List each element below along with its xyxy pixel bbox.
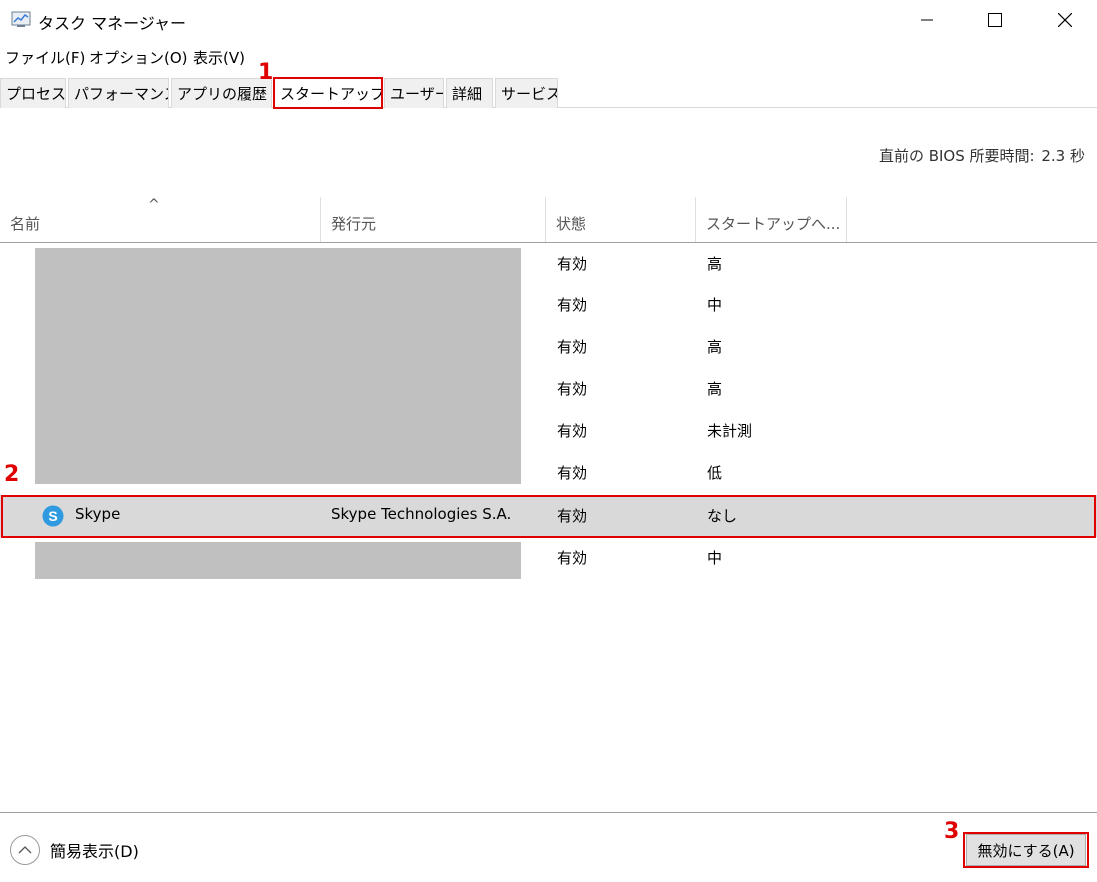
callout-number-3: 3	[944, 819, 960, 844]
menu-bar: ファイル(F) オプション(O) 表示(V)	[0, 45, 1097, 71]
column-header-name[interactable]: 名前	[0, 197, 321, 242]
row-impact: 高	[707, 380, 723, 398]
row-impact: 中	[707, 296, 723, 314]
maximize-icon	[988, 13, 1002, 27]
tab-details[interactable]: 詳細	[446, 78, 493, 108]
tab-processes[interactable]: プロセス	[0, 78, 66, 108]
fewer-details-toggle[interactable]: 簡易表示(D)	[10, 835, 139, 865]
row-impact: 中	[707, 549, 723, 567]
window-title: タスク マネージャー	[38, 14, 186, 33]
row-status: 有効	[557, 296, 588, 314]
column-header-row: ^ 名前 発行元 状態 スタートアップへ...	[0, 197, 1097, 243]
menu-file[interactable]: ファイル(F)	[5, 47, 85, 68]
close-icon	[1058, 13, 1072, 27]
tab-users[interactable]: ユーザー	[384, 78, 444, 108]
row-status: 有効	[557, 549, 588, 567]
row-status: 有効	[557, 338, 588, 356]
row-status: 有効	[557, 380, 588, 398]
row-status: 有効	[557, 464, 588, 482]
minimize-icon	[921, 19, 933, 21]
callout-box-startup-tab	[273, 77, 383, 109]
callout-number-1: 1	[258, 60, 274, 85]
tab-app-history[interactable]: アプリの履歴	[171, 78, 272, 108]
redacted-block	[35, 248, 521, 484]
column-header-startup-impact[interactable]: スタートアップへ...	[696, 197, 847, 242]
close-button[interactable]	[1030, 0, 1097, 40]
row-impact: 未計測	[707, 422, 753, 440]
tab-services[interactable]: サービス	[495, 78, 558, 108]
row-status: 有効	[557, 422, 588, 440]
tab-strip: プロセス パフォーマンス アプリの履歴 スタートアップ ユーザー 詳細 サービス	[0, 78, 1097, 109]
bios-time-value: 2.3 秒	[1041, 147, 1085, 165]
bios-time: 直前の BIOS 所要時間: 2.3 秒	[877, 145, 1085, 166]
redacted-block	[35, 542, 521, 579]
callout-box-skype-row	[1, 495, 1096, 538]
fewer-details-label[interactable]: 簡易表示(D)	[50, 838, 139, 862]
menu-view[interactable]: 表示(V)	[193, 47, 245, 68]
chevron-up-icon[interactable]	[10, 835, 40, 865]
maximize-button[interactable]	[960, 0, 1030, 40]
task-manager-app-icon	[11, 11, 31, 27]
minimize-button[interactable]	[892, 0, 962, 40]
menu-options[interactable]: オプション(O)	[89, 47, 188, 68]
footer-divider	[0, 812, 1097, 813]
title-bar: タスク マネージャー	[0, 0, 1097, 40]
callout-number-2: 2	[4, 462, 20, 487]
callout-box-disable-button	[963, 832, 1089, 868]
tab-performance[interactable]: パフォーマンス	[68, 78, 169, 108]
column-header-publisher[interactable]: 発行元	[321, 197, 546, 242]
column-header-status[interactable]: 状態	[546, 197, 696, 242]
row-impact: 低	[707, 464, 723, 482]
row-impact: 高	[707, 338, 723, 356]
row-status: 有効	[557, 255, 588, 273]
bios-time-label: 直前の BIOS 所要時間:	[878, 147, 1035, 165]
row-impact: 高	[707, 255, 723, 273]
